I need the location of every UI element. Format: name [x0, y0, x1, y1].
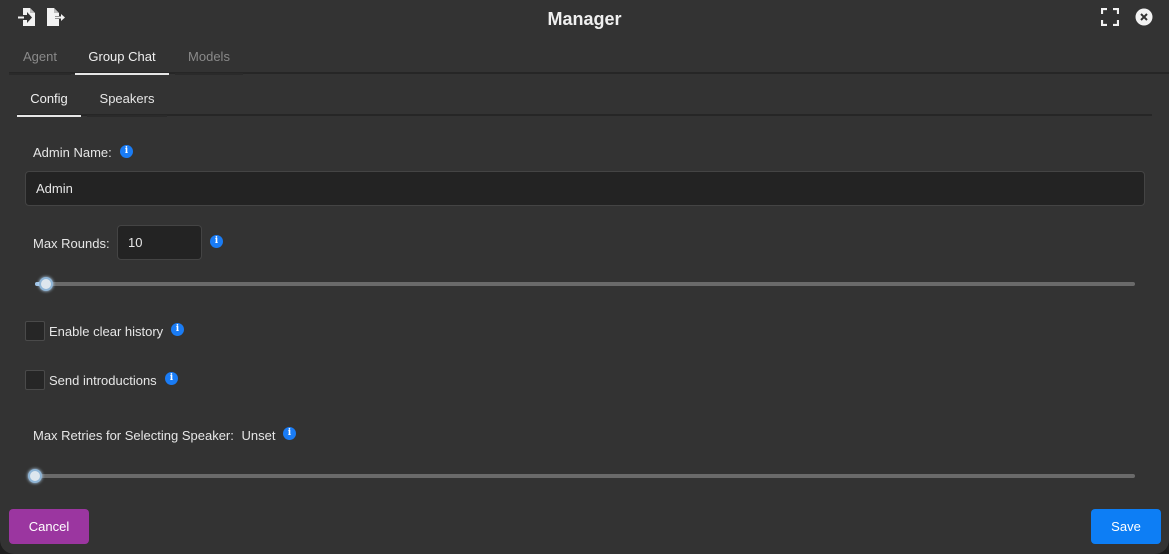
tab-models[interactable]: Models: [175, 40, 243, 75]
save-button[interactable]: Save: [1091, 509, 1161, 544]
tab-group-chat[interactable]: Group Chat: [75, 40, 169, 75]
tab-config[interactable]: Config: [17, 82, 81, 117]
info-icon[interactable]: i: [120, 145, 133, 158]
max-retries-label: Max Retries for Selecting Speaker: Unset: [33, 428, 275, 443]
max-retries-slider-thumb[interactable]: [28, 469, 42, 483]
fullscreen-icon[interactable]: [1100, 7, 1121, 28]
config-tabs: Config Speakers: [17, 82, 1152, 117]
tab-agent[interactable]: Agent: [9, 40, 71, 75]
info-icon[interactable]: i: [165, 372, 178, 385]
max-rounds-slider[interactable]: [35, 277, 1135, 291]
info-icon[interactable]: i: [283, 427, 296, 440]
max-retries-value: Unset: [241, 428, 276, 443]
max-rounds-label: Max Rounds:: [33, 236, 110, 251]
cancel-button[interactable]: Cancel: [9, 509, 89, 544]
send-introductions-checkbox[interactable]: [25, 370, 45, 390]
max-retries-slider[interactable]: [28, 469, 1135, 483]
admin-name-input[interactable]: [25, 171, 1145, 206]
enable-clear-history-label: Enable clear history: [49, 324, 164, 339]
info-icon[interactable]: i: [210, 235, 223, 248]
close-icon[interactable]: [1135, 8, 1155, 28]
max-rounds-input[interactable]: [117, 225, 202, 260]
tab-speakers[interactable]: Speakers: [87, 82, 167, 117]
manager-modal: Manager Agent Group Chat Models Config S…: [0, 0, 1169, 554]
send-introductions-label: Send introductions: [49, 373, 157, 388]
main-tabs: Agent Group Chat Models: [9, 40, 1169, 75]
max-rounds-slider-thumb[interactable]: [39, 277, 53, 291]
admin-name-label: Admin Name:: [33, 145, 112, 160]
enable-clear-history-checkbox[interactable]: [25, 321, 45, 341]
modal-header: Manager: [0, 0, 1169, 38]
info-icon[interactable]: i: [171, 323, 184, 336]
modal-title: Manager: [547, 9, 622, 29]
max-retries-label-text: Max Retries for Selecting Speaker:: [33, 428, 234, 443]
